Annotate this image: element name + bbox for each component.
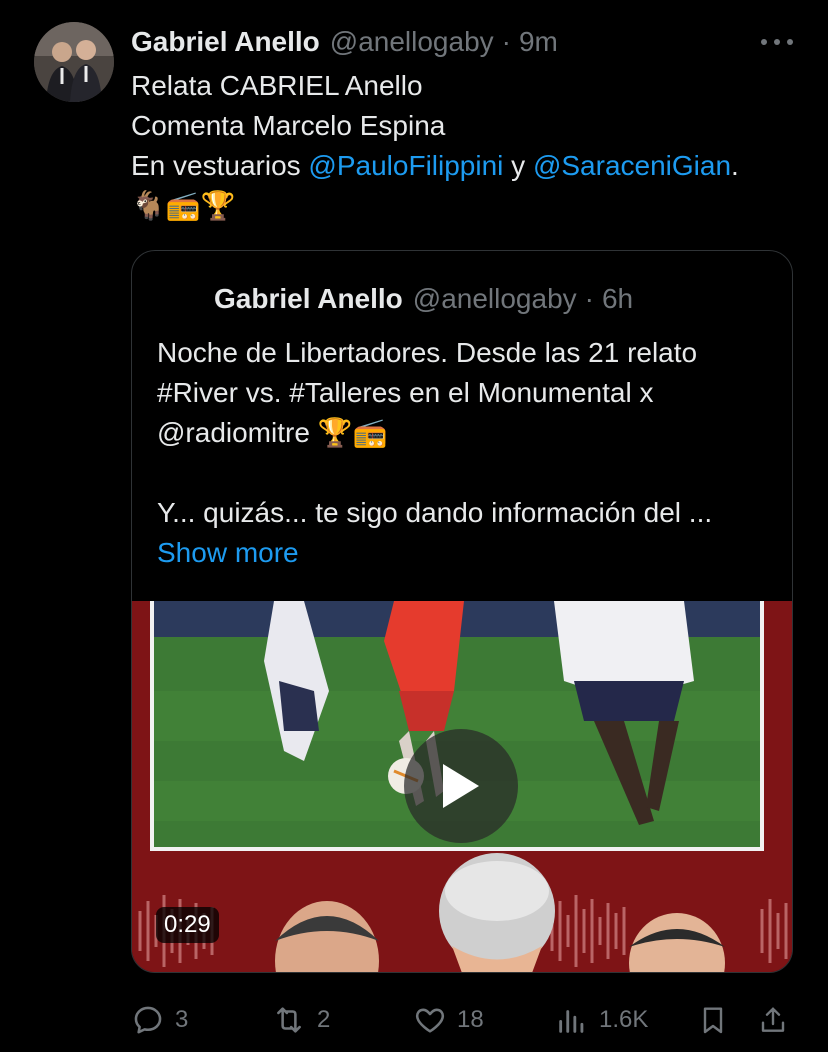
tweet-text: Relata CABRIEL Anello Comenta Marcelo Es…	[131, 66, 801, 226]
reply-button[interactable]: 3	[131, 1000, 188, 1040]
share-icon	[761, 1007, 785, 1032]
repost-count: 2	[317, 1006, 331, 1033]
mention-link[interactable]: @PauloFilippini	[308, 150, 503, 181]
dot-icon	[774, 39, 780, 45]
tweet-text-fragment: .	[731, 150, 739, 181]
quoted-tweet[interactable]: Gabriel Anello @anellogaby · 6h Noche de…	[131, 250, 793, 973]
video-duration: 0:29	[156, 907, 219, 943]
quote-timestamp[interactable]: 6h	[602, 283, 633, 315]
tweet-header: Gabriel Anello @anellogaby · 9m	[131, 26, 558, 60]
views-button[interactable]: 1.6K	[555, 1000, 648, 1040]
action-bar: 3 2 18 1.6K	[131, 1000, 801, 1040]
mention-link[interactable]: @SaraceniGian	[533, 150, 731, 181]
avatar[interactable]	[34, 22, 114, 102]
tweet-line: Relata CABRIEL Anello	[131, 70, 423, 101]
dot-icon	[761, 39, 767, 45]
share-button[interactable]	[757, 1000, 789, 1040]
quote-line: @radiomitre 🏆📻	[157, 417, 388, 448]
audio-wave-graphic	[132, 851, 792, 972]
views-icon	[559, 1010, 584, 1033]
tweet-text-fragment: En vestuarios	[131, 150, 309, 181]
quote-line: #River vs. #Talleres en el Monumental x	[157, 377, 654, 408]
quote-header: Gabriel Anello @anellogaby · 6h	[214, 283, 633, 315]
bookmark-button[interactable]	[697, 1000, 729, 1040]
dot-icon	[787, 39, 793, 45]
repost-button[interactable]: 2	[271, 1000, 330, 1040]
like-button[interactable]: 18	[413, 1000, 484, 1040]
author-name[interactable]: Gabriel Anello	[131, 26, 320, 58]
quote-line: Y... quizás... te sigo dando información…	[157, 497, 713, 528]
more-options-button[interactable]	[755, 24, 799, 60]
tweet[interactable]: Gabriel Anello @anellogaby · 9m Relata C…	[0, 0, 828, 1052]
play-icon	[443, 764, 479, 808]
show-more-link[interactable]: Show more	[157, 533, 777, 573]
heart-icon	[415, 1008, 445, 1033]
video-player[interactable]: 0:29	[132, 601, 792, 972]
timestamp[interactable]: 9m	[519, 26, 558, 58]
avatar-photo	[34, 22, 114, 102]
quote-text: Noche de Libertadores. Desde las 21 rela…	[157, 333, 777, 573]
reply-icon	[134, 1006, 162, 1034]
tweet-line: Comenta Marcelo Espina	[131, 110, 446, 141]
separator-dot: ·	[501, 26, 511, 57]
quote-author-name[interactable]: Gabriel Anello	[214, 283, 403, 315]
reply-count: 3	[175, 1006, 189, 1033]
like-count: 18	[457, 1006, 484, 1033]
tweet-text-fragment: y	[503, 150, 533, 181]
separator-dot: ·	[584, 283, 594, 314]
author-handle[interactable]: @anellogaby	[330, 26, 494, 58]
bookmark-icon	[703, 1007, 723, 1034]
repost-icon	[277, 1007, 301, 1033]
emoji-line: 🐐📻🏆	[131, 190, 236, 221]
tweet-line: En vestuarios @PauloFilippini y @Saracen…	[131, 146, 801, 186]
quote-author-handle[interactable]: @anellogaby	[413, 283, 577, 315]
quote-line: Noche de Libertadores. Desde las 21 rela…	[157, 337, 698, 368]
play-button[interactable]	[404, 729, 518, 843]
views-count: 1.6K	[599, 1006, 649, 1033]
quote-blank-line	[157, 453, 777, 493]
